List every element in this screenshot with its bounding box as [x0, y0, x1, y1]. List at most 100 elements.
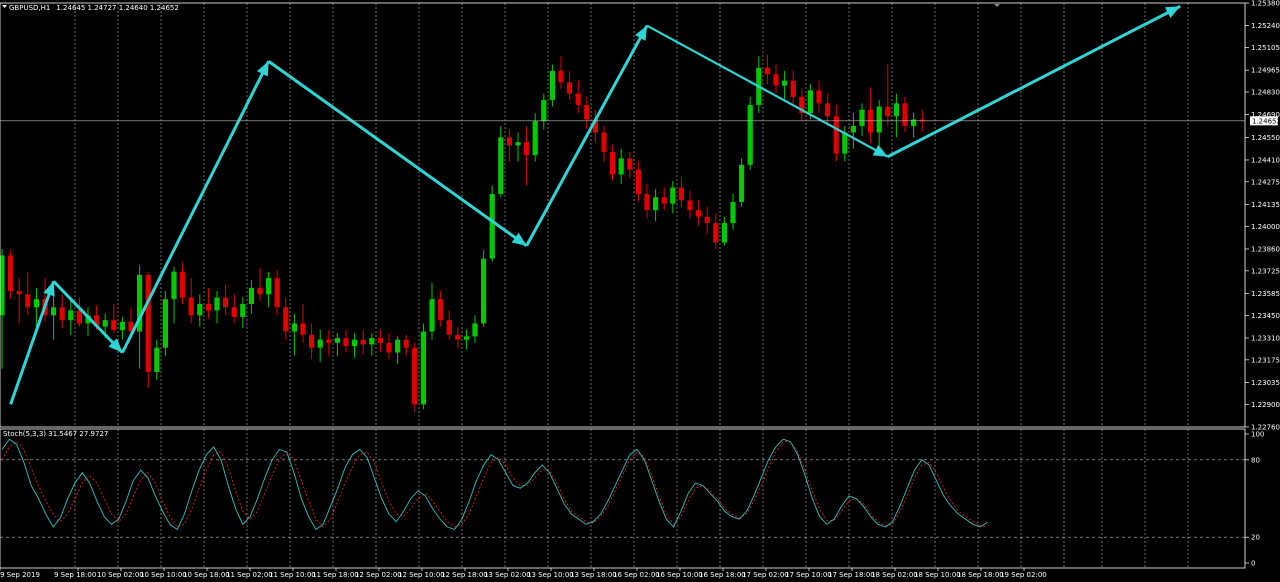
- time-tick-label: 11 Sep 10:00: [269, 571, 316, 579]
- candle-body: [678, 187, 684, 201]
- candle: [532, 113, 538, 162]
- candle: [395, 336, 401, 364]
- candle-body: [455, 334, 461, 340]
- candle-body: [782, 80, 788, 86]
- time-tick-label: 9 Sep 2019: [0, 571, 40, 579]
- candle: [764, 54, 770, 84]
- shift-marker-icon[interactable]: [994, 4, 1000, 7]
- candle: [386, 333, 392, 360]
- candle-body: [515, 142, 521, 146]
- candle: [429, 282, 435, 340]
- trend-arrow-shaft: [9, 280, 56, 405]
- candle-body: [472, 323, 478, 337]
- candle-body: [876, 106, 882, 133]
- candle: [352, 333, 358, 358]
- candle-body: [33, 299, 39, 308]
- stoch-main-line: [1, 438, 988, 531]
- stoch-header: Stoch(5,3,3) 31.5467 27.9727: [3, 430, 108, 438]
- candle: [618, 148, 624, 185]
- price-tick-label: 1.24550: [1251, 134, 1280, 142]
- candle-body: [76, 310, 82, 324]
- candle: [713, 213, 719, 249]
- candle: [506, 129, 512, 162]
- candle: [472, 315, 478, 343]
- candle-body: [773, 74, 779, 86]
- candle: [704, 206, 710, 235]
- price-tick-label: 1.25240: [1251, 22, 1280, 30]
- candle-body: [764, 67, 770, 75]
- candle-body: [111, 320, 117, 330]
- candle-body: [575, 93, 581, 105]
- candle-body: [360, 339, 366, 345]
- candle-body: [463, 336, 469, 340]
- candle-body: [739, 164, 745, 203]
- candle: [558, 56, 564, 89]
- candle: [377, 329, 383, 353]
- candle-body: [377, 337, 383, 343]
- candle-body: [395, 339, 401, 353]
- candle: [463, 329, 469, 350]
- candle-body: [584, 104, 590, 120]
- candle: [893, 93, 899, 138]
- candle: [584, 96, 590, 130]
- candle: [627, 151, 633, 178]
- time-tick-label: 16 Sep 02:00: [613, 571, 660, 579]
- candle-body: [162, 299, 168, 348]
- candle: [326, 329, 332, 356]
- candle-body: [283, 307, 289, 332]
- candle-body: [893, 103, 899, 117]
- candle-body: [696, 210, 702, 217]
- candle: [739, 158, 745, 207]
- trend-arrow: [121, 60, 270, 354]
- candle: [575, 80, 581, 114]
- price-tick-label: 1.23860: [1251, 245, 1280, 253]
- candle-body: [8, 255, 14, 292]
- candle-body: [257, 287, 263, 295]
- time-tick-label: 11 Sep 18:00: [312, 571, 359, 579]
- stoch-signal-line: [1, 441, 988, 528]
- candle-body: [661, 197, 667, 204]
- candlestick-series: [0, 54, 925, 413]
- trend-arrow-shaft: [525, 24, 649, 247]
- candle: [197, 294, 203, 327]
- candle: [678, 177, 684, 207]
- candle-body: [601, 132, 607, 152]
- candle: [498, 125, 504, 198]
- candle: [51, 291, 57, 340]
- time-tick-label: 11 Sep 02:00: [226, 571, 273, 579]
- candle-body: [446, 320, 452, 335]
- candle: [610, 145, 616, 182]
- candle: [309, 323, 315, 360]
- candle-body: [549, 70, 555, 101]
- candle: [696, 200, 702, 227]
- chart-svg: 1.25380 1.25240 1.25105 1.24965 1.24830 1.246…: [0, 0, 1280, 579]
- candle: [868, 87, 874, 143]
- candle-body: [214, 297, 220, 311]
- candle-body: [119, 321, 125, 330]
- candle: [240, 297, 246, 329]
- candle-body: [730, 202, 736, 224]
- candle: [334, 333, 340, 356]
- candle-body: [352, 339, 358, 347]
- candle-body: [171, 271, 177, 300]
- candle: [670, 181, 676, 214]
- candle: [360, 329, 366, 355]
- price-grid: [74, 3, 1189, 427]
- candle-body: [343, 337, 349, 347]
- trend-arrow-head: [511, 232, 527, 246]
- candle-body: [248, 287, 254, 305]
- time-tick-label: 12 Sep 18:00: [441, 571, 488, 579]
- price-tick-label: 1.25105: [1251, 44, 1280, 52]
- trend-arrow: [9, 280, 56, 405]
- candle-body: [25, 294, 31, 308]
- trend-arrow-shaft: [887, 4, 1181, 159]
- candle: [205, 287, 211, 319]
- candle-body: [902, 103, 908, 126]
- candle: [76, 297, 82, 327]
- time-tick-label: 13 Sep 10:00: [527, 571, 574, 579]
- candle-body: [506, 137, 512, 146]
- candle-body: [850, 125, 856, 133]
- candle-body: [859, 109, 865, 126]
- collapse-triangle-icon[interactable]: [2, 5, 7, 8]
- candle: [317, 329, 323, 363]
